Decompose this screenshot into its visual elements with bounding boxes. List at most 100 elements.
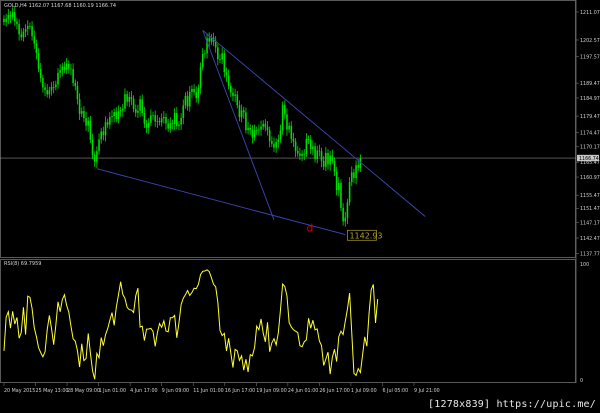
price-tick-label: 1197.57 [580,54,600,60]
candle-body [152,115,154,117]
candle-body [35,43,38,54]
candle-body [340,182,342,208]
candle-body [65,63,68,70]
symbol-header: GOLD,H4 1162.07 1167.68 1160.19 1166.74 [4,3,116,9]
candle-body [320,151,323,161]
candle-body [335,171,338,191]
candle-body [111,116,113,117]
price-tick-label: 1174.47 [580,130,600,136]
candle-body [281,105,284,131]
candle-body [240,110,243,117]
price-tick-label: 1184.97 [580,96,600,102]
price-tick-label: 1179.47 [580,114,600,120]
candle-body [247,127,249,131]
candle-body [132,98,135,110]
candle-body [327,152,329,165]
candle-body [70,68,72,70]
candle-body [204,53,206,55]
candle-body [266,126,269,131]
candle-body [234,94,236,96]
candle-body [245,112,247,131]
price-tick-label: 1147.17 [580,220,600,226]
candle-body [258,129,260,131]
candle-body [5,18,7,23]
time-tick-label: 6 Jul 05:00 [382,388,408,394]
candle-body [137,110,139,113]
rsi-chart [3,269,379,380]
chart-stage: d 1142.93 20 May 2015 25 May 13:0028 May 0… [0,0,600,394]
time-tick-label: 9 Jul 21:00 [414,388,440,394]
candle-body [147,122,150,128]
candle-body [165,116,167,124]
candle-body [346,202,349,218]
candle-body [333,160,336,172]
candle-body [355,165,357,178]
candle-body [214,41,217,48]
price-tick-label: 1170.17 [580,145,600,151]
candle-body [284,105,286,115]
price-tick-label: 1151.47 [580,206,600,212]
candle-body [191,88,193,92]
candle-body [219,59,221,60]
candle-body [208,38,210,42]
indicator-header: RSI(8) 69.7959 [4,261,41,267]
indicator-pane-frame [0,259,576,383]
candle-body [96,151,98,162]
candle-body [325,152,327,167]
candle-body [63,66,66,70]
candle-body [160,118,163,123]
candle-body [134,109,137,113]
candle-body [68,63,70,69]
candle-body [225,72,228,76]
candle-body [290,125,293,139]
candle-body [294,141,297,151]
candle-body [85,117,87,126]
candle-body [22,31,25,38]
candle-body [29,26,31,27]
candle-body [199,67,202,89]
candle-body [119,110,122,112]
candle-body [100,131,102,140]
candle-body [312,146,314,149]
candle-body [171,123,174,125]
candle-body [176,113,178,126]
candle-body [11,12,14,17]
candle-body [188,91,191,107]
time-tick-label: 4 Jun 17:00 [130,388,157,394]
candle-body [128,96,131,102]
ohlc-values: 1162.07 1167.68 1160.19 1166.74 [28,3,117,9]
candle-body [329,155,331,165]
candle-body [286,114,288,130]
candle-body [186,95,189,107]
candle-body [122,108,124,111]
candle-body [316,150,318,160]
candle-body [201,54,204,68]
time-tick-label: 11 Jun 01:00 [193,388,223,394]
symbol-label: GOLD,H4 [4,3,27,9]
candle-body [314,146,316,160]
candle-body [55,84,57,88]
candle-body [249,127,252,130]
candle-body [130,96,133,99]
candle-body [48,90,51,95]
candle-body [264,123,267,127]
candle-body [292,138,295,142]
candle-body [89,120,92,140]
candle-body [279,130,282,140]
candle-body [91,139,94,155]
candle-body [353,172,355,178]
candle-body [104,122,107,136]
price-tick-label: 1211.07 [580,10,600,16]
candle-body [357,165,360,168]
candle-body [260,126,262,130]
candle-body [288,125,290,130]
time-tick-label: 1 Jun 01:00 [99,388,126,394]
time-tick-label: 19 Jun 09:00 [256,388,286,394]
price-axis: 1211.07 1202.57 1197.57 1189.47 1184.97 1179.… [576,10,600,384]
candle-body [106,122,109,125]
candle-body [163,116,165,119]
candle-body [303,153,306,155]
candle-body [169,123,172,129]
time-tick-label: 24 Jun 01:00 [288,388,318,394]
candle-body [255,130,258,131]
